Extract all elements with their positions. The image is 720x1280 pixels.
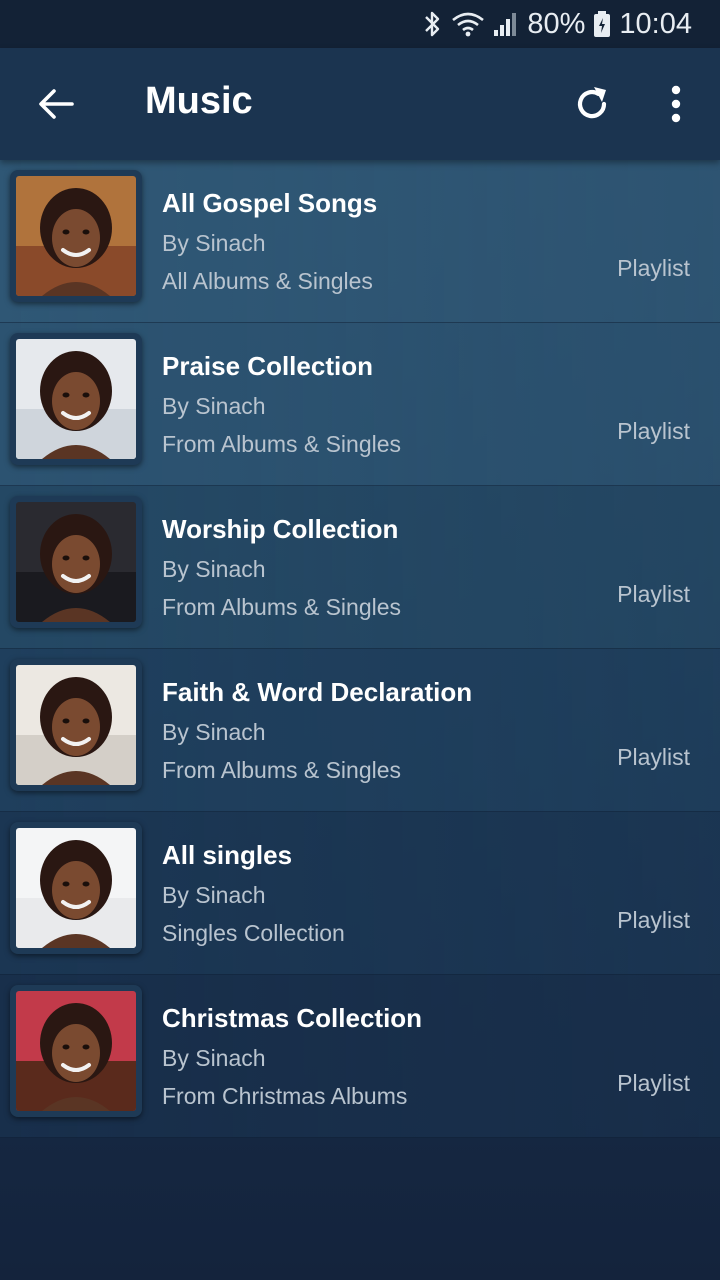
playlist-subtitle: Singles Collection <box>162 920 345 946</box>
playlist-type-label: Playlist <box>617 418 690 444</box>
playlist-title: Worship Collection <box>162 514 399 544</box>
signal-icon <box>493 11 519 37</box>
page-title: Music <box>145 80 253 122</box>
playlist-artist: By Sinach <box>162 556 266 582</box>
playlist-title: All Gospel Songs <box>162 188 378 218</box>
wifi-icon <box>451 11 485 37</box>
playlist-subtitle: All Albums & Singles <box>162 268 373 294</box>
playlist-subtitle: From Albums & Singles <box>162 757 402 783</box>
playlist-list: All Gospel Songs By Sinach All Albums & Si… <box>0 160 720 1138</box>
playlist-artist: By Sinach <box>162 230 266 256</box>
playlist-type-label: Playlist <box>617 1070 690 1096</box>
playlist-subtitle: From Christmas Albums <box>162 1083 408 1109</box>
arrow-left-icon <box>39 89 74 119</box>
artist-photo <box>16 176 136 296</box>
playlist-type-label: Playlist <box>617 255 690 281</box>
battery-percent: 80% <box>527 7 586 40</box>
playlist-row[interactable]: All Gospel Songs By Sinach All Albums & Si… <box>0 160 720 323</box>
battery-icon <box>593 10 611 38</box>
playlist-type-label: Playlist <box>617 744 690 770</box>
playlist-row[interactable]: Praise Collection By Sinach From Albums & … <box>0 323 720 486</box>
more-options-button[interactable] <box>656 80 696 128</box>
bluetooth-icon <box>421 10 443 38</box>
artist-photo <box>16 828 136 948</box>
artist-photo <box>16 665 136 785</box>
playlist-title: Christmas Collection <box>162 1003 423 1033</box>
artist-photo <box>16 502 136 622</box>
playlist-cover <box>10 170 142 302</box>
playlist-subtitle: From Albums & Singles <box>162 594 402 620</box>
clock: 10:04 <box>619 7 692 40</box>
playlist-cover <box>10 822 142 954</box>
playlist-row[interactable]: All singles By Sinach Singles Collection Pl… <box>0 812 720 975</box>
refresh-icon <box>577 87 607 119</box>
status-bar: 80% 10:04 <box>0 0 720 48</box>
playlist-row[interactable]: Christmas Collection By Sinach From Christ… <box>0 975 720 1138</box>
more-vert-icon <box>671 85 681 123</box>
playlist-cover <box>10 659 142 791</box>
playlist-cover <box>10 496 142 628</box>
playlist-cover <box>10 333 142 465</box>
playlist-artist: By Sinach <box>162 882 266 908</box>
playlist-cover <box>10 985 142 1117</box>
artist-photo <box>16 991 136 1111</box>
artist-photo <box>16 339 136 459</box>
playlist-title: Faith & Word Declaration <box>162 677 473 707</box>
playlist-title: All singles <box>162 840 293 870</box>
refresh-button[interactable] <box>568 80 616 128</box>
playlist-type-label: Playlist <box>617 907 690 933</box>
playlist-artist: By Sinach <box>162 719 266 745</box>
back-button[interactable] <box>34 84 78 124</box>
playlist-row[interactable]: Worship Collection By Sinach From Albums &… <box>0 486 720 649</box>
playlist-subtitle: From Albums & Singles <box>162 431 402 457</box>
playlist-artist: By Sinach <box>162 393 266 419</box>
playlist-type-label: Playlist <box>617 581 690 607</box>
playlist-artist: By Sinach <box>162 1045 266 1071</box>
playlist-row[interactable]: Faith & Word Declaration By Sinach From Al… <box>0 649 720 812</box>
app-bar: Music <box>0 48 720 160</box>
playlist-title: Praise Collection <box>162 351 373 381</box>
